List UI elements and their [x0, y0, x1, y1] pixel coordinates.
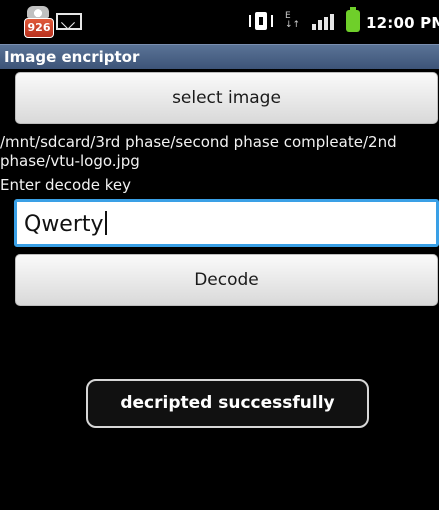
- file-path-text: /mnt/sdcard/3rd phase/second phase compl…: [0, 133, 397, 170]
- app-title-bar: Image encriptor: [0, 44, 439, 69]
- decode-button[interactable]: Decode: [15, 254, 438, 306]
- clock: 12:00 PM: [366, 14, 439, 32]
- notification-app-icon: [27, 6, 49, 18]
- data-transfer-icon: E ↓↑: [285, 11, 301, 30]
- text-caret: [104, 211, 107, 235]
- vibrate-icon: [249, 12, 273, 30]
- status-bar: 926 E ↓↑ 12:00 PM: [0, 0, 439, 44]
- decode-key-input[interactable]: Qwerty: [14, 199, 439, 247]
- battery-icon: [346, 7, 360, 32]
- toast-message: decripted successfully: [86, 379, 369, 428]
- decode-key-value: Qwerty: [24, 211, 107, 237]
- notification-badge-icon: 926: [24, 18, 54, 38]
- decode-key-label: Enter decode key: [0, 176, 131, 194]
- signal-icon: [312, 14, 334, 30]
- select-image-button[interactable]: select image: [15, 72, 438, 124]
- app-title: Image encriptor: [4, 48, 140, 66]
- mail-icon: [56, 13, 82, 30]
